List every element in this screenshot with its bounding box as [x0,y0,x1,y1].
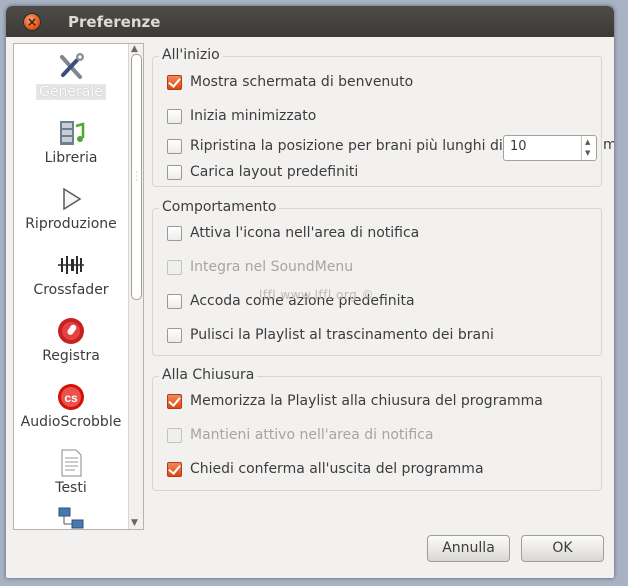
show-welcome-checkbox[interactable] [167,74,182,90]
ok-button[interactable]: OK [521,535,604,562]
load-layout-option[interactable]: Carica layout predefiniti [167,162,358,182]
preferences-window: × – Preferenze Generale Libreria [6,6,614,578]
sound-menu-checkbox [167,259,182,275]
remember-playlist-checkbox[interactable] [167,393,182,409]
svg-text:cs: cs [64,391,78,405]
resume-minutes-stepper[interactable]: 10 ▲ ▼ [503,135,597,161]
lastfm-icon: cs [58,384,84,410]
stepper-value: 10 [510,139,527,154]
sidebar-item-network[interactable] [14,506,128,529]
option-label: Attiva l'icona nell'area di notifica [190,225,420,241]
scrollbar-thumb[interactable]: · · · [131,54,142,300]
start-minimized-checkbox[interactable] [167,108,182,124]
startup-group: All'inizio Mostra schermata di benvenuto… [152,47,614,187]
stepper-buttons: ▲ ▼ [581,136,596,160]
sidebar-item-label: Riproduzione [25,216,117,232]
close-button[interactable]: × [24,14,40,30]
behavior-group: Comportamento Attiva l'icona nell'area d… [152,199,602,356]
tray-icon-checkbox[interactable] [167,225,182,241]
lyrics-icon [61,449,82,477]
show-welcome-option[interactable]: Mostra schermata di benvenuto [167,72,413,92]
library-icon [60,121,85,145]
sidebar-item-label: Crossfader [33,282,109,298]
tray-icon-option[interactable]: Attiva l'icona nell'area di notifica [167,223,419,243]
sidebar-item-testi[interactable]: Testi [14,448,128,496]
record-icon [58,318,84,344]
sidebar-item-libreria[interactable]: Libreria [14,118,128,166]
option-label: Mostra schermata di benvenuto [190,74,414,90]
sidebar-item-label: Libreria [44,150,98,166]
option-label: Memorizza la Playlist alla chiusura del … [190,393,543,409]
keep-in-tray-checkbox [167,427,182,443]
cancel-button[interactable]: Annulla [427,535,510,562]
grip-icon: · · · [135,168,138,185]
unit-label: mi [603,137,614,153]
clear-playlist-option[interactable]: Pulisci la Playlist al trascinamento dei… [167,325,494,345]
sidebar-item-label: Registra [42,348,100,364]
sidebar-item-generale[interactable]: Generale [14,52,128,100]
preferences-sidebar: Generale Libreria Riproduzione Crossfade… [13,43,144,530]
option-label: Inizia minimizzato [190,108,317,124]
play-icon [63,187,82,211]
crossfader-icon [58,256,84,274]
scroll-up-icon[interactable]: ▲ [131,44,138,54]
sound-menu-option: Integra nel SoundMenu [167,257,353,277]
clear-playlist-checkbox[interactable] [167,327,182,343]
option-label: Ripristina la posizione per brani più lu… [190,138,503,154]
group-title-startup: All'inizio [159,47,223,63]
sidebar-item-riproduzione[interactable]: Riproduzione [14,184,128,232]
enqueue-default-checkbox[interactable] [167,293,182,309]
sidebar-item-label: Testi [55,480,87,496]
start-minimized-option[interactable]: Inizia minimizzato [167,106,316,126]
sidebar-item-label: AudioScrobble [20,414,122,430]
resume-position-checkbox[interactable] [167,138,182,154]
title-bar: × – Preferenze [6,6,614,37]
resume-position-option[interactable]: Ripristina la posizione per brani più lu… [167,135,614,161]
option-label: Chiedi conferma all'uscita del programma [190,461,484,477]
option-label: Pulisci la Playlist al trascinamento dei… [190,327,494,343]
remember-playlist-option[interactable]: Memorizza la Playlist alla chiusura del … [167,391,543,411]
window-title: Preferenze [68,13,161,31]
sidebar-item-label: Generale [36,84,106,100]
watermark: lffl www.lffl.org © [259,288,375,302]
confirm-exit-checkbox[interactable] [167,461,182,477]
chevron-up-icon[interactable]: ▲ [585,138,590,146]
confirm-exit-option[interactable]: Chiedi conferma all'uscita del programma [167,459,484,479]
option-label: Carica layout predefiniti [190,164,359,180]
group-title-closing: Alla Chiusura [159,367,258,383]
sidebar-scrollbar[interactable]: ▲ · · · ▼ [128,44,143,529]
sidebar-item-audioscrobble[interactable]: cs AudioScrobble [14,382,128,430]
tools-icon [60,53,84,79]
sidebar-item-crossfader[interactable]: Crossfader [14,250,128,298]
sidebar-item-registra[interactable]: Registra [14,316,128,364]
group-title-behavior: Comportamento [159,199,280,215]
option-label: Integra nel SoundMenu [190,259,354,275]
network-icon [58,507,84,529]
load-layout-checkbox[interactable] [167,164,182,180]
scroll-down-icon[interactable]: ▼ [131,518,138,528]
closing-group: Alla Chiusura Memorizza la Playlist alla… [152,367,602,491]
option-label: Mantieni attivo nell'area di notifica [190,427,434,443]
keep-in-tray-option: Mantieni attivo nell'area di notifica [167,425,433,445]
chevron-down-icon[interactable]: ▼ [585,149,590,157]
